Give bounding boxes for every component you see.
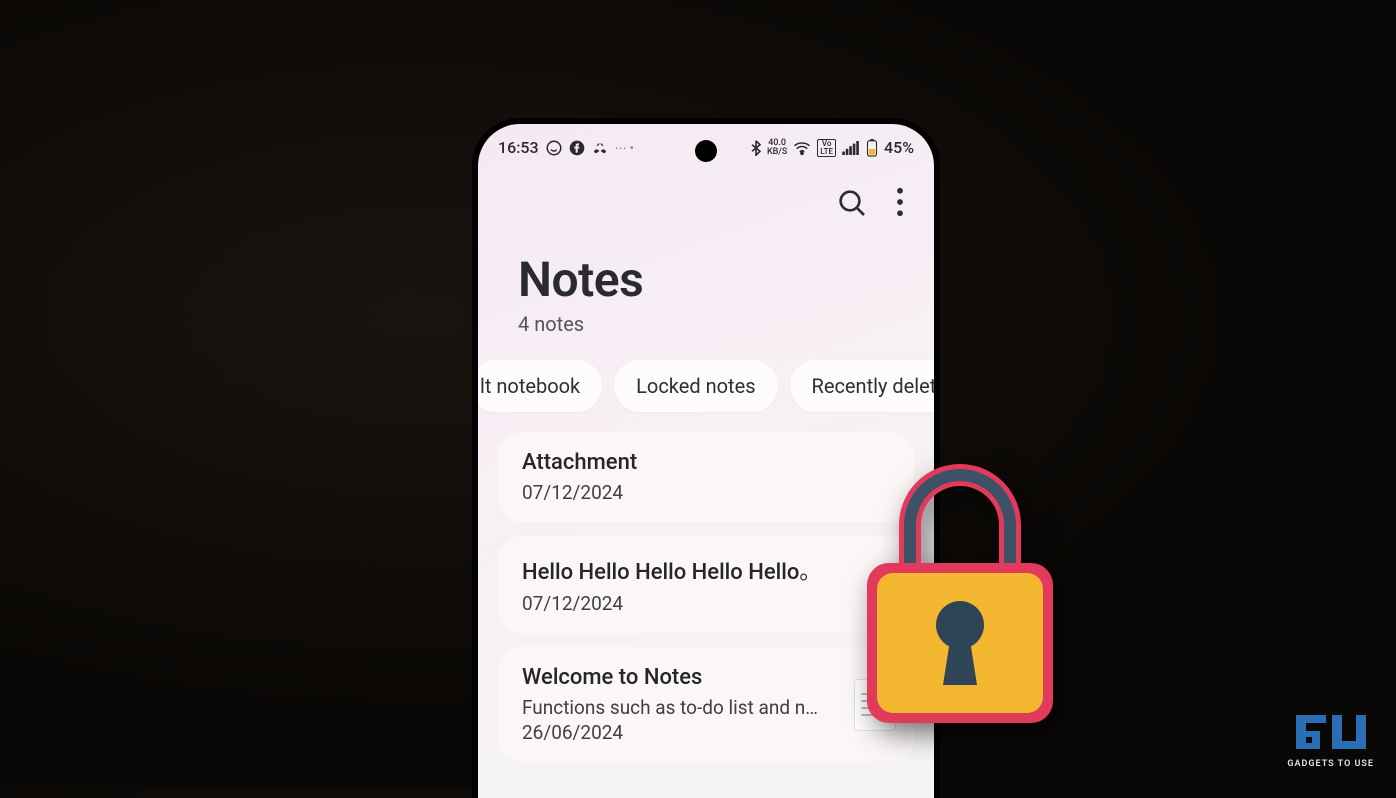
toolbar <box>478 161 934 223</box>
whatsapp-icon <box>545 139 563 157</box>
chip-default-notebook[interactable]: lt notebook <box>478 360 602 412</box>
page-header: Notes 4 notes <box>478 223 934 336</box>
gadgets-to-use-logo: GADGETS TO USE <box>1287 711 1374 769</box>
page-title: Notes <box>518 251 934 308</box>
wifi-icon <box>793 141 811 155</box>
note-date: 07/12/2024 <box>522 481 890 504</box>
note-date: 07/12/2024 <box>522 592 890 615</box>
more-options-button[interactable] <box>896 187 904 223</box>
search-button[interactable] <box>836 187 868 223</box>
status-time: 16:53 <box>498 138 539 157</box>
battery-icon <box>866 139 878 157</box>
note-item[interactable]: Attachment 07/12/2024 <box>498 432 914 522</box>
more-notifications-icon: ⋯ • <box>615 141 634 155</box>
note-date: 26/06/2024 <box>522 721 890 744</box>
volte-indicator: VoLTE <box>817 139 836 157</box>
logo-caption: GADGETS TO USE <box>1287 759 1374 769</box>
vertical-dots-icon <box>896 187 904 217</box>
chip-recently-deleted[interactable]: Recently deleted <box>790 360 934 412</box>
lock-icon <box>855 445 1065 735</box>
battery-percentage: 45% <box>884 138 914 157</box>
missed-call-icon <box>591 139 609 157</box>
network-speed-indicator: 40.0 KB/S <box>767 139 787 157</box>
notes-count: 4 notes <box>518 312 934 336</box>
note-description: Functions such as to-do list and n… <box>522 696 822 719</box>
note-item[interactable]: Hello Hello Hello Hello Hello。 07/12/202… <box>498 536 914 633</box>
bluetooth-icon <box>751 140 761 156</box>
note-title: Attachment <box>522 450 890 475</box>
facebook-icon <box>569 140 585 156</box>
search-icon <box>836 187 868 219</box>
front-camera-punchhole <box>695 140 717 162</box>
note-title: Welcome to Notes <box>522 665 890 690</box>
note-item[interactable]: Welcome to Notes Functions such as to-do… <box>498 647 914 762</box>
note-title: Hello Hello Hello Hello Hello。 <box>522 554 890 586</box>
chip-locked-notes[interactable]: Locked notes <box>614 360 777 412</box>
filter-chips-row[interactable]: lt notebook Locked notes Recently delete… <box>478 336 934 432</box>
signal-strength-icon <box>842 141 860 155</box>
